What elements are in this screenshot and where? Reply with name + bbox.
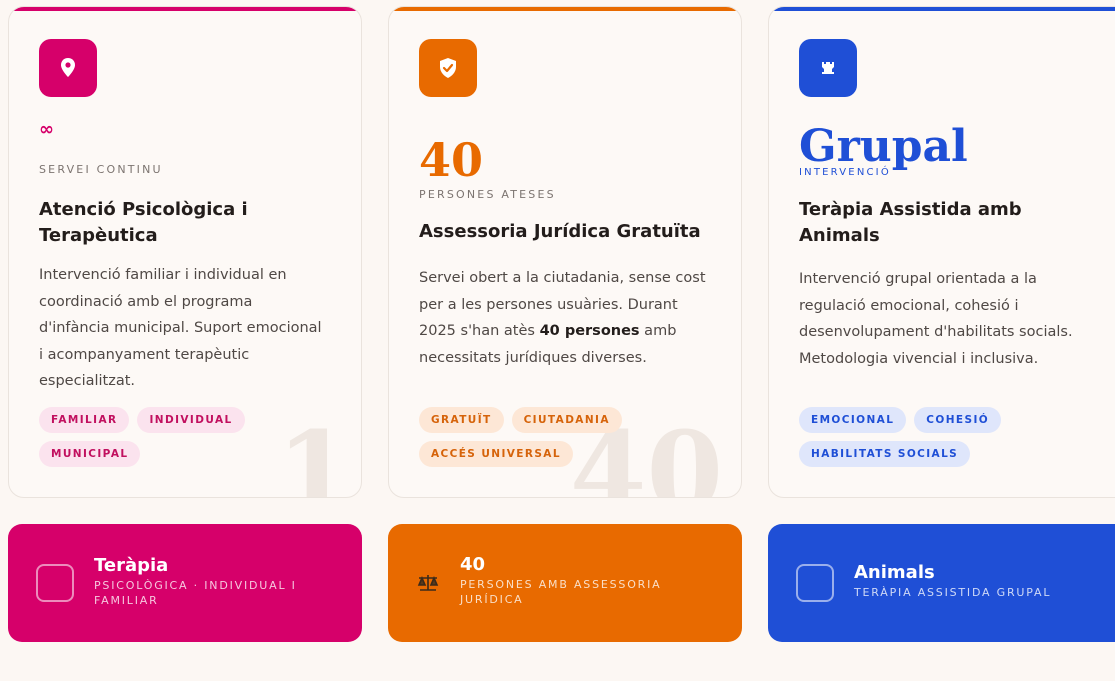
banner-title: Teràpia — [94, 554, 169, 576]
scales-icon — [416, 574, 440, 592]
tag: EMOCIONAL — [799, 407, 907, 433]
summary-banner-legal: 40 PERSONES AMB ASSESSORIA JURÍDICA — [388, 524, 742, 642]
card-label: PERSONES ATESES — [419, 188, 556, 201]
card-title: Atenció Psicològica i Terapèutica — [39, 199, 248, 246]
banner-title: Animals — [854, 562, 935, 583]
service-card-legal: 40 40 PERSONES ATESES Assessoria Jurídic… — [388, 6, 742, 498]
tag: COHESIÓ — [914, 407, 1002, 433]
card-label: INTERVENCIÓ — [799, 167, 891, 178]
shield-check-icon — [419, 39, 477, 97]
rook-icon — [799, 39, 857, 97]
banner-text: Teràpia PSICOLÒGICA · INDIVIDUAL I FAMIL… — [94, 555, 334, 608]
tag: GRATUÏT — [419, 407, 504, 433]
banner-subtitle: PERSONES AMB ASSESSORIA JURÍDICA — [460, 577, 662, 606]
card-label: SERVEI CONTINU — [39, 163, 163, 176]
summary-banner-animals: Animals TERÀPIA ASSISTIDA GRUPAL — [768, 524, 1115, 642]
tag-list: EMOCIONAL COHESIÓ HABILITATS SOCIALS — [799, 407, 1039, 467]
service-card-psychology: 1 ∞ SERVEI CONTINU Atenció Psicològica i… — [8, 6, 362, 498]
banner-text: Animals TERÀPIA ASSISTIDA GRUPAL — [854, 562, 1051, 600]
tag: INDIVIDUAL — [137, 407, 245, 433]
card-accent-bar — [9, 7, 361, 11]
card-description: Intervenció grupal orientada a la regula… — [799, 271, 1073, 367]
description-highlight: 40 persones — [539, 323, 640, 339]
tag: MUNICIPAL — [39, 441, 141, 467]
tag: FAMILIAR — [39, 407, 130, 433]
stat-infinity: ∞ — [39, 119, 54, 140]
card-title: Assessoria Jurídica Gratuïta — [419, 221, 701, 242]
banner-subtitle: TERÀPIA ASSISTIDA GRUPAL — [854, 586, 1052, 599]
banner-subtitle: PSICOLÒGICA · INDIVIDUAL I FAMILIAR — [94, 578, 297, 607]
tag-list: FAMILIAR INDIVIDUAL MUNICIPAL — [39, 407, 299, 467]
tag: ACCÉS UNIVERSAL — [419, 441, 573, 467]
tag: HABILITATS SOCIALS — [799, 441, 971, 467]
card-accent-bar — [389, 7, 741, 11]
service-card-animals: Grupal INTERVENCIÓ Teràpia Assistida amb… — [768, 6, 1115, 498]
tag: CIUTADANIA — [511, 407, 622, 433]
banner-text: 40 PERSONES AMB ASSESSORIA JURÍDICA — [460, 554, 700, 607]
summary-banner-therapy: Teràpia PSICOLÒGICA · INDIVIDUAL I FAMIL… — [8, 524, 362, 642]
card-accent-bar — [769, 7, 1115, 11]
banner-title: 40 — [460, 553, 486, 575]
card-description: Servei obert a la ciutadania, sense cost… — [419, 265, 709, 371]
card-title: Teràpia Assistida amb Animals — [799, 199, 1022, 246]
tag-list: GRATUÏT CIUTADANIA ACCÉS UNIVERSAL — [419, 407, 659, 467]
stat-number: 40 — [419, 133, 484, 187]
square-outline-icon — [36, 564, 74, 602]
square-outline-icon — [796, 564, 834, 602]
card-description: Intervenció familiar i individual en coo… — [39, 267, 322, 389]
location-pin-icon — [39, 39, 97, 97]
stat-word: Grupal — [799, 121, 968, 172]
